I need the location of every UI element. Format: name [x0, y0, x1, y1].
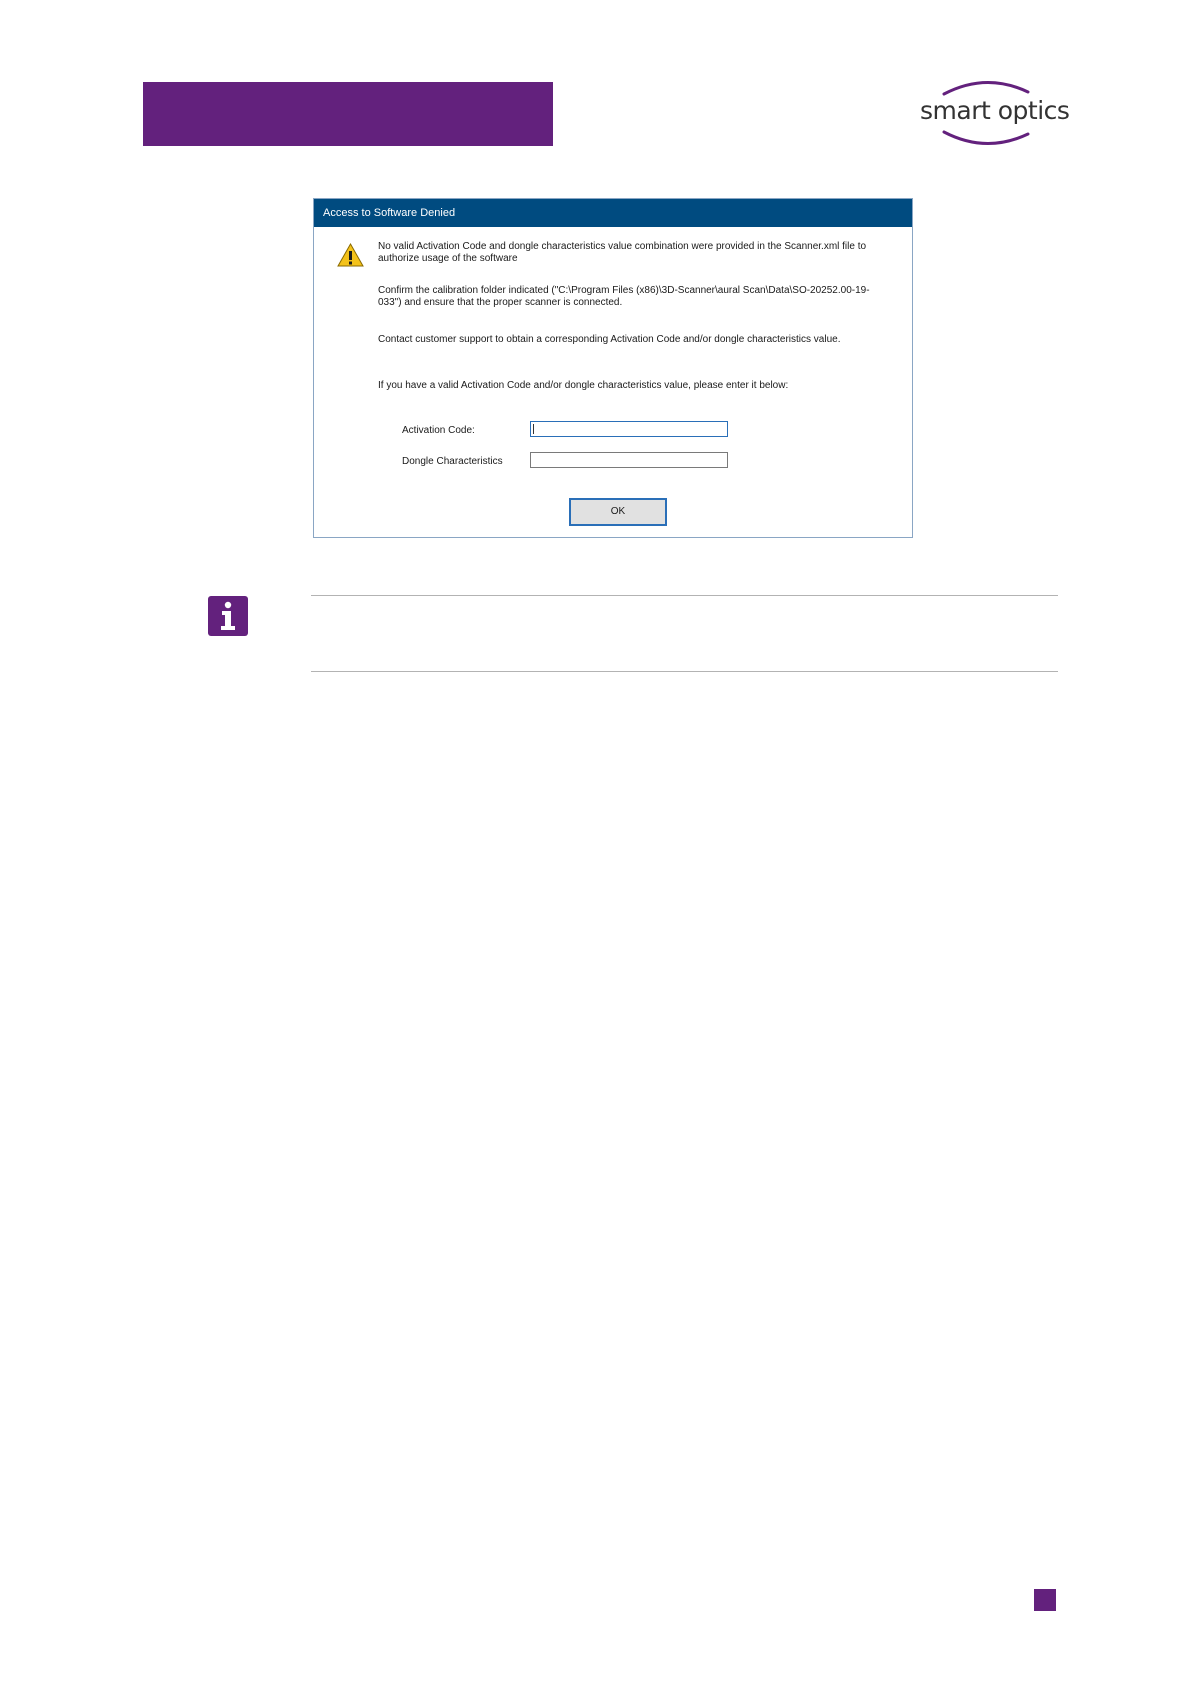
dongle-characteristics-input[interactable] [530, 452, 728, 468]
message-contact-support: Contact customer support to obtain a cor… [378, 334, 841, 345]
activation-code-input[interactable] [530, 421, 728, 437]
message-no-valid-code: No valid Activation Code and dongle char… [378, 241, 867, 264]
smart-optics-logo: smart optics [914, 78, 1070, 148]
dialog-title: Access to Software Denied [323, 207, 456, 219]
activation-code-label: Activation Code: [402, 425, 475, 436]
message-confirm-folder: Confirm the calibration folder indicated… [378, 285, 870, 308]
text-caret [533, 424, 534, 434]
logo-text: smart optics [920, 96, 1070, 125]
warning-triangle-icon [337, 243, 364, 267]
dialog-titlebar[interactable]: Access to Software Denied [314, 199, 912, 227]
ok-button[interactable]: OK [569, 498, 667, 526]
info-icon [208, 596, 248, 636]
access-denied-dialog: Access to Software Denied No valid Activ… [313, 198, 913, 538]
note-bottom-divider [311, 671, 1058, 672]
dongle-characteristics-label: Dongle Characteristics [402, 456, 503, 467]
message-enter-below: If you have a valid Activation Code and/… [378, 380, 789, 391]
info-glyph [221, 601, 235, 630]
header-band [143, 82, 553, 146]
note-top-divider [311, 595, 1058, 596]
footer-page-marker [1034, 1589, 1056, 1611]
